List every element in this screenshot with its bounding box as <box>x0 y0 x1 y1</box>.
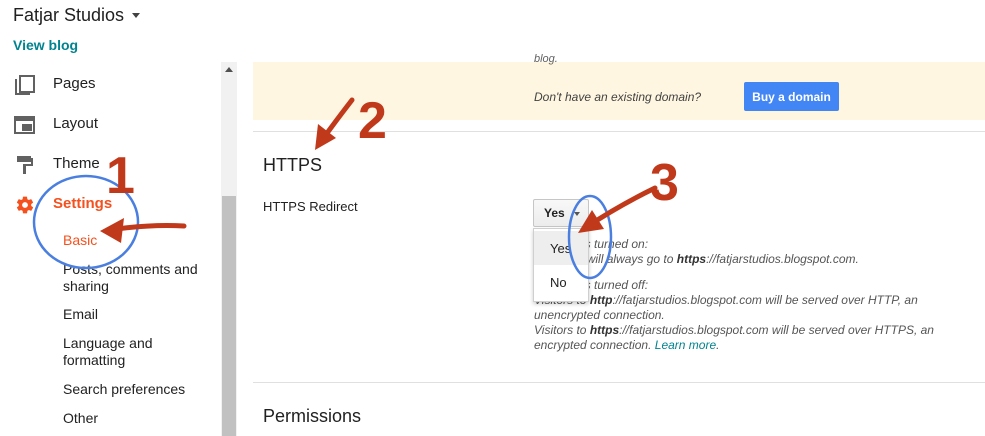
sidebar-item-label: Theme <box>53 155 100 172</box>
pages-icon <box>15 75 35 95</box>
settings-sub-posts-comments-sharing[interactable]: Posts, comments and sharing <box>63 261 213 295</box>
redirect-off-line-4: Visitors to https://fatjarstudios.blogsp… <box>534 323 934 337</box>
redirect-off-line-2: Visitors to http://fatjarstudios.blogspo… <box>534 293 918 307</box>
domain-text-tail: blog. <box>534 53 558 65</box>
section-divider <box>253 382 985 383</box>
blog-switcher-caret-icon[interactable] <box>132 13 140 18</box>
redirect-off-line-5: encrypted connection. Learn more. <box>534 338 720 352</box>
theme-icon <box>17 156 33 174</box>
sidebar-item-settings[interactable]: Settings <box>0 186 221 222</box>
domain-question: Don't have an existing domain? <box>534 90 702 104</box>
top-header: Fatjar Studios View blog <box>0 0 985 62</box>
permissions-section-title: Permissions <box>263 406 362 426</box>
https-redirect-label: HTTPS Redirect <box>263 199 358 214</box>
section-divider <box>253 131 985 132</box>
redirect-off-line-3: unencrypted connection. <box>534 308 665 322</box>
sidebar-item-label: Pages <box>53 75 96 92</box>
dropdown-selected-value: Yes <box>544 206 565 220</box>
sidebar-item-layout[interactable]: Layout <box>0 106 221 142</box>
dropdown-arrow-icon <box>574 212 580 216</box>
main-content: blog. Don't have an existing domain? Buy… <box>237 53 985 436</box>
scrollbar-thumb[interactable] <box>222 196 236 436</box>
dropdown-option-yes[interactable]: Yes <box>534 231 588 265</box>
dropdown-option-no[interactable]: No <box>534 265 588 299</box>
sidebar-scrollbar[interactable] <box>221 62 237 436</box>
https-section-title: HTTPS <box>263 155 323 175</box>
sidebar-item-label: Settings <box>53 195 113 212</box>
https-redirect-menu: Yes No <box>533 228 589 302</box>
sidebar-item-label: Layout <box>53 115 99 132</box>
blog-title[interactable]: Fatjar Studios <box>13 5 124 26</box>
settings-sub-search-preferences[interactable]: Search preferences <box>63 381 213 398</box>
sidebar-item-theme[interactable]: Theme <box>0 146 221 182</box>
view-blog-link[interactable]: View blog <box>13 37 78 53</box>
settings-sub-language-formatting[interactable]: Language and formatting <box>63 335 213 369</box>
settings-sub-other[interactable]: Other <box>63 410 213 427</box>
sidebar: Pages Layout Theme Settings Basic Posts,… <box>0 62 221 436</box>
layout-icon <box>14 116 35 134</box>
settings-sub-email[interactable]: Email <box>63 306 213 323</box>
gear-icon <box>16 196 34 214</box>
settings-sub-basic[interactable]: Basic <box>63 232 213 249</box>
custom-domain-panel: blog. Don't have an existing domain? Buy… <box>253 53 985 120</box>
scroll-up-arrow-icon[interactable] <box>225 67 233 72</box>
learn-more-link[interactable]: Learn more <box>655 338 716 352</box>
buy-domain-button[interactable]: Buy a domain <box>744 82 839 111</box>
https-redirect-dropdown[interactable]: Yes <box>533 199 589 227</box>
sidebar-item-pages[interactable]: Pages <box>0 66 221 102</box>
